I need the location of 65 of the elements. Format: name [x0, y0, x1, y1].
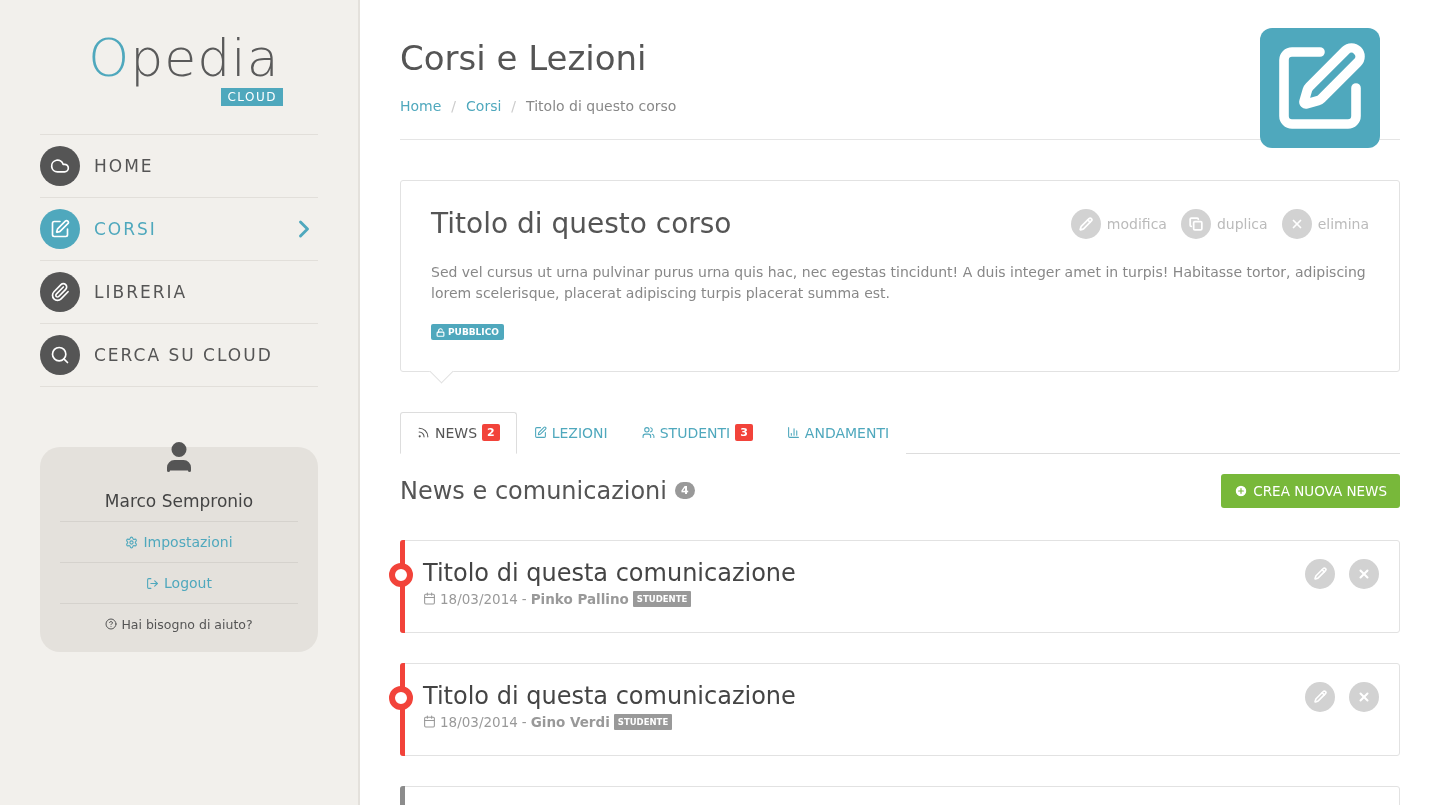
breadcrumb-link[interactable]: Corsi: [466, 98, 502, 114]
breadcrumb-separator: /: [451, 98, 457, 114]
user-name: Marco Sempronio: [60, 479, 298, 522]
pencil-icon: [1313, 690, 1327, 703]
logo-wordmark: Opedia: [88, 28, 280, 88]
page-title: Corsi e Lezioni: [400, 38, 648, 78]
breadcrumb-link[interactable]: Home: [400, 98, 442, 114]
user-link[interactable]: Logout: [60, 563, 298, 604]
pencil-icon: [1070, 208, 1101, 239]
nav-item[interactable]: HOME: [40, 135, 318, 198]
meta-dash: -: [521, 713, 527, 730]
course-description: Sed vel cursus ut urna pulvinar purus urna quis hac, nec egestas tincidunt! A duis integer amet in turpis! Habitasse tortor, adipiscing lorem scelerisque, placerat adipiscing turpis placerat summa est.: [431, 263, 1367, 303]
bar-chart-icon: [786, 426, 800, 439]
user-link[interactable]: Impostazioni: [60, 522, 298, 563]
create-news-button[interactable]: CREA NUOVA NEWS: [1221, 473, 1400, 508]
news-title: Titolo di questa comunicazione: [423, 681, 796, 710]
role-tag: STUDENTE: [613, 713, 673, 730]
tab[interactable]: NEWS 2: [400, 411, 517, 454]
paperclip-icon: [40, 272, 80, 312]
count-badge: 2: [482, 424, 500, 441]
edit-icon: [1260, 28, 1380, 148]
news-date: 18/03/2014: [440, 590, 518, 607]
close-icon: [1281, 208, 1312, 239]
edit-icon: [533, 426, 547, 439]
logout-icon: [146, 576, 160, 590]
settings-icon: [125, 535, 139, 549]
calendar-icon: [423, 715, 436, 728]
count-badge: 4: [674, 482, 695, 499]
news-title: Titolo di questa comunicazione: [423, 558, 796, 587]
edit-button[interactable]: [1305, 558, 1335, 589]
nav-item[interactable]: CERCA SU CLOUD: [40, 324, 318, 387]
rss-icon: [417, 426, 430, 439]
breadcrumb-separator: /: [511, 98, 517, 114]
course-action-link[interactable]: duplica: [1180, 208, 1268, 239]
nav-item[interactable]: LIBRERIA: [40, 261, 318, 324]
visibility-tag: PUBBLICO: [431, 324, 504, 340]
course-title: Titolo di questo corso: [431, 207, 732, 240]
news-author: Pinko Pallino: [530, 590, 629, 607]
course-action-link[interactable]: modifica: [1070, 208, 1167, 239]
users-icon: [641, 426, 655, 439]
help-icon: [105, 618, 118, 630]
close-icon: [1357, 689, 1371, 704]
copy-icon: [1180, 208, 1211, 239]
news-date: 18/03/2014: [440, 713, 518, 730]
breadcrumb-link[interactable]: Titolo di questo corso: [526, 98, 677, 114]
plus-icon: [1234, 483, 1249, 498]
unlock-icon: [436, 327, 445, 337]
course-action-link[interactable]: elimina: [1281, 208, 1369, 239]
close-icon: [1357, 566, 1371, 581]
edit-icon: [40, 209, 80, 249]
help-link[interactable]: Hai bisogno di aiuto?: [105, 604, 253, 644]
pencil-icon: [1313, 567, 1327, 580]
role-tag: STUDENTE: [632, 590, 692, 607]
edit-button[interactable]: [1305, 681, 1335, 712]
meta-dash: -: [521, 590, 527, 607]
delete-button[interactable]: [1349, 681, 1379, 712]
news-author: Gino Verdi: [530, 713, 610, 730]
delete-button[interactable]: [1349, 558, 1379, 589]
nav-item[interactable]: CORSI: [40, 198, 318, 261]
count-badge: 3: [735, 424, 753, 441]
logo-badge: CLOUD: [221, 88, 283, 106]
section-title: News e comunicazioni: [400, 476, 667, 505]
search-icon: [40, 335, 80, 375]
cloud-icon: [40, 146, 80, 186]
calendar-icon: [423, 592, 436, 605]
